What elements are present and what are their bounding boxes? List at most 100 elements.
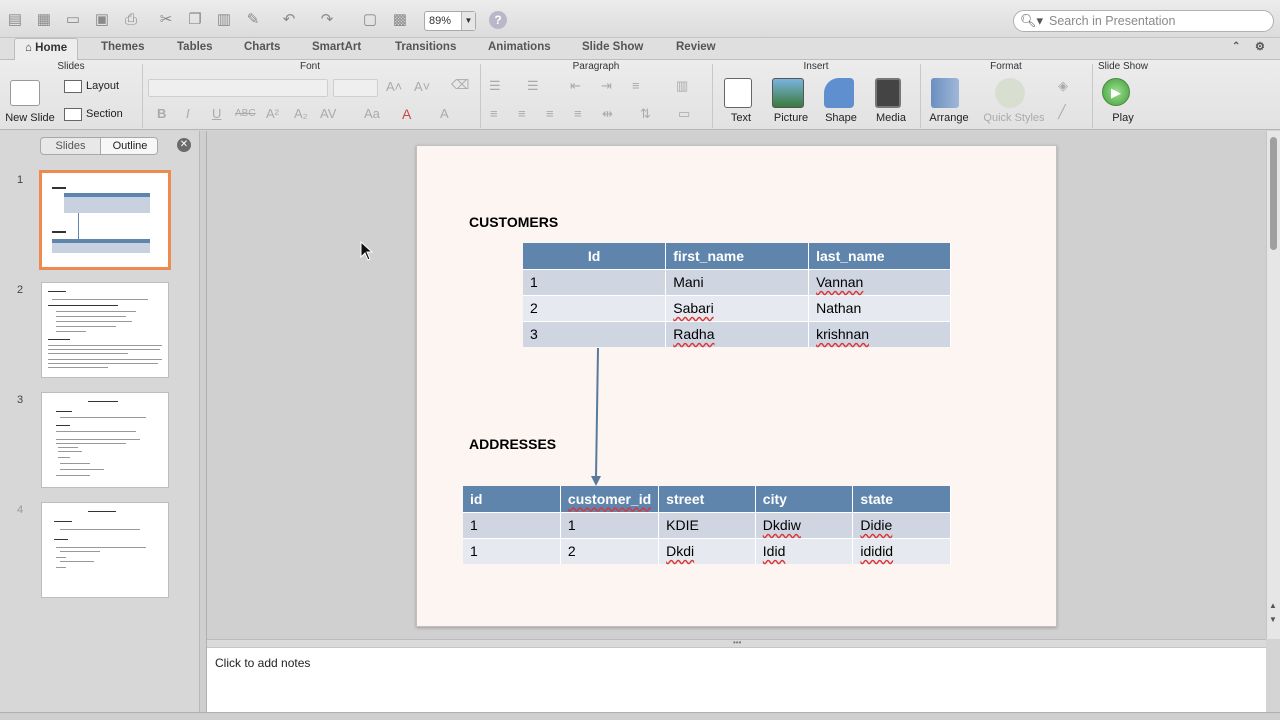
search-input[interactable]: 🔍︎▾ Search in Presentation bbox=[1013, 10, 1274, 32]
customers-heading[interactable]: CUSTOMERS bbox=[469, 214, 558, 230]
superscript-icon[interactable]: A² bbox=[266, 106, 279, 121]
font-size-select[interactable] bbox=[333, 79, 378, 97]
copy-icon[interactable]: ❐ bbox=[184, 9, 206, 29]
shrink-font-icon[interactable]: A˅ bbox=[414, 79, 430, 94]
close-icon[interactable]: ✕ bbox=[177, 138, 191, 152]
cut-icon[interactable]: ✂ bbox=[155, 9, 177, 29]
shape-button[interactable]: Shape bbox=[816, 112, 866, 124]
tab-themes[interactable]: Themes bbox=[91, 38, 154, 60]
text-direction-icon[interactable]: ⇅ bbox=[640, 106, 651, 122]
font-color-icon[interactable]: A bbox=[402, 106, 411, 122]
slide-thumbnail-1[interactable] bbox=[39, 170, 171, 270]
slide-thumbnail-4[interactable] bbox=[41, 502, 169, 598]
tab-charts[interactable]: Charts bbox=[234, 38, 290, 60]
shape-icon[interactable] bbox=[824, 78, 854, 108]
picture-button[interactable]: Picture bbox=[766, 112, 816, 124]
scroll-up-icon[interactable]: ▲ bbox=[1269, 601, 1277, 610]
normal-view-icon[interactable]: ▢ bbox=[359, 9, 381, 29]
align-right-icon[interactable]: ≡ bbox=[546, 106, 554, 121]
arrange-icon[interactable] bbox=[931, 78, 959, 108]
character-spacing-icon[interactable]: AV bbox=[320, 106, 336, 121]
tab-tables[interactable]: Tables bbox=[167, 38, 223, 60]
save-icon[interactable]: ▣ bbox=[91, 9, 113, 29]
tab-animations[interactable]: Animations bbox=[478, 38, 561, 60]
redo-icon[interactable]: ↷ bbox=[316, 9, 338, 29]
scrollbar-thumb[interactable] bbox=[1270, 137, 1277, 250]
change-case-icon[interactable]: Aa bbox=[364, 106, 380, 121]
columns-icon[interactable]: ▥ bbox=[676, 78, 688, 94]
subscript-icon[interactable]: A₂ bbox=[294, 106, 308, 121]
table-cell: 2 bbox=[560, 537, 660, 564]
text-button[interactable]: Text bbox=[716, 112, 766, 124]
group-title-paragraph: Paragraph bbox=[572, 61, 620, 72]
format-painter-icon[interactable]: ✎ bbox=[242, 9, 264, 29]
notes-pane[interactable]: Click to add notes bbox=[207, 647, 1266, 712]
text-box-icon[interactable] bbox=[724, 78, 752, 108]
tab-outline[interactable]: Outline bbox=[100, 138, 157, 154]
quick-styles-button[interactable]: Quick Styles bbox=[980, 112, 1048, 124]
undo-icon[interactable]: ↶ bbox=[278, 9, 300, 29]
increase-indent-icon[interactable]: ⇥ bbox=[601, 78, 612, 94]
decrease-indent-icon[interactable]: ⇤ bbox=[570, 78, 581, 94]
relation-arrow[interactable] bbox=[587, 346, 607, 490]
numbering-icon[interactable]: ☰ bbox=[527, 78, 539, 94]
underline-icon[interactable]: U bbox=[212, 106, 221, 121]
play-button[interactable]: Play bbox=[1098, 112, 1148, 124]
slide[interactable]: CUSTOMERS Id first_name last_name 1 Mani… bbox=[416, 145, 1057, 627]
play-icon[interactable]: ▶ bbox=[1102, 78, 1130, 106]
tab-slide-show[interactable]: Slide Show bbox=[572, 38, 653, 60]
vertical-scrollbar[interactable]: ▲ ▼ bbox=[1266, 131, 1280, 639]
distribute-icon[interactable]: ⇹ bbox=[602, 106, 613, 122]
chevron-down-icon: ▼ bbox=[461, 12, 475, 30]
zoom-select[interactable]: 89% ▼ bbox=[424, 11, 476, 31]
bullets-icon[interactable]: ☰ bbox=[489, 78, 501, 94]
picture-icon[interactable] bbox=[772, 78, 804, 108]
column-header: first_name bbox=[665, 243, 810, 269]
print-icon[interactable]: ⎙ bbox=[120, 9, 142, 29]
italic-icon[interactable]: I bbox=[186, 106, 190, 121]
highlight-icon[interactable]: A bbox=[440, 106, 449, 121]
help-icon[interactable]: ? bbox=[489, 11, 507, 29]
line-icon[interactable]: ╱ bbox=[1058, 104, 1066, 120]
align-center-icon[interactable]: ≡ bbox=[518, 106, 526, 121]
font-name-select[interactable] bbox=[148, 79, 328, 97]
paste-icon[interactable]: ▥ bbox=[213, 9, 235, 29]
open-icon[interactable]: ▭ bbox=[62, 9, 84, 29]
justify-icon[interactable]: ≡ bbox=[574, 106, 582, 121]
table-cell: Dkdiw bbox=[755, 511, 854, 538]
slide-thumbnail-3[interactable] bbox=[41, 392, 169, 488]
tab-review[interactable]: Review bbox=[666, 38, 726, 60]
arrange-button[interactable]: Arrange bbox=[924, 112, 974, 124]
addresses-table[interactable]: id customer_id street city state 1 1 KDI… bbox=[463, 486, 951, 564]
addresses-heading[interactable]: ADDRESSES bbox=[469, 436, 556, 452]
tab-smartart[interactable]: SmartArt bbox=[302, 38, 371, 60]
align-text-icon[interactable]: ▭ bbox=[678, 106, 690, 122]
bold-icon[interactable]: B bbox=[157, 106, 166, 121]
pane-splitter[interactable] bbox=[200, 131, 207, 712]
templates-icon[interactable]: ▦ bbox=[33, 9, 55, 29]
grow-font-icon[interactable]: A˄ bbox=[386, 79, 402, 94]
slide-thumbnail-2[interactable] bbox=[41, 282, 169, 378]
media-icon[interactable] bbox=[875, 78, 901, 108]
media-button[interactable]: Media bbox=[866, 112, 916, 124]
thumb-table bbox=[64, 193, 150, 213]
section-button[interactable]: Section bbox=[86, 108, 123, 120]
strikethrough-icon[interactable]: ABC bbox=[235, 108, 256, 119]
scroll-down-icon[interactable]: ▼ bbox=[1269, 615, 1277, 624]
slide-sorter-icon[interactable]: ▩ bbox=[389, 9, 411, 29]
tab-slides[interactable]: Slides bbox=[41, 138, 100, 154]
notes-splitter[interactable]: ••• bbox=[207, 639, 1266, 647]
fill-icon[interactable]: ◈ bbox=[1058, 78, 1068, 94]
clear-format-icon[interactable]: ⌫ bbox=[451, 77, 469, 93]
tab-transitions[interactable]: Transitions bbox=[385, 38, 466, 60]
customers-table[interactable]: Id first_name last_name 1 Mani Vannan 2 … bbox=[523, 243, 951, 347]
quick-styles-icon[interactable] bbox=[995, 78, 1025, 108]
new-icon[interactable]: ▤ bbox=[4, 9, 26, 29]
align-left-icon[interactable]: ≡ bbox=[490, 106, 498, 121]
layout-button[interactable]: Layout bbox=[86, 80, 119, 92]
new-slide-icon[interactable] bbox=[10, 80, 40, 106]
line-spacing-icon[interactable]: ≡ bbox=[632, 78, 640, 93]
gear-icon[interactable]: ⚙ bbox=[1245, 38, 1275, 60]
new-slide-button[interactable]: New Slide bbox=[2, 112, 58, 124]
tab-home[interactable]: ⌂ Home bbox=[14, 38, 79, 61]
